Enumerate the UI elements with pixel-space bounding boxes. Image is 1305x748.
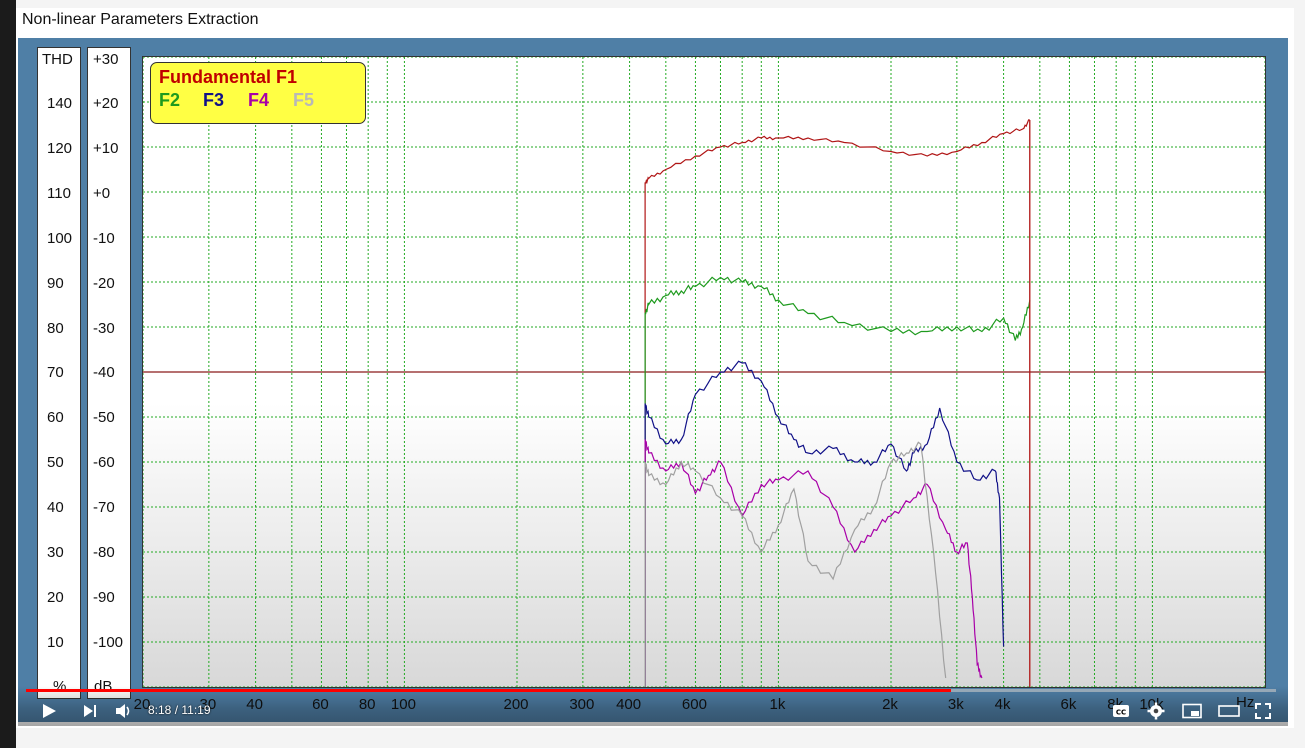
thd-scale-label: 10	[47, 633, 64, 651]
thd-scale-label: 100	[47, 229, 73, 247]
spectrum-chart	[143, 57, 1265, 687]
legend-f3: F3	[203, 90, 225, 110]
db-scale-label: -50	[93, 409, 115, 427]
progress-bar[interactable]	[26, 689, 1276, 692]
db-scale-label: -20	[93, 274, 115, 292]
db-scale-header: +30	[93, 51, 119, 68]
left-dark-strip	[0, 0, 16, 748]
thd-scale-label: 40	[47, 499, 64, 517]
thd-scale-label: 80	[47, 319, 64, 337]
spectrum-plot	[142, 56, 1266, 688]
fullscreen-icon[interactable]	[1254, 702, 1272, 720]
thd-scale-label: 110	[47, 184, 71, 202]
svg-text:CC: CC	[1116, 709, 1126, 717]
series-line-5	[644, 441, 947, 687]
settings-gear-icon[interactable]	[1147, 702, 1165, 720]
thd-scale: THD 140120110100908070605040302010 %	[37, 47, 81, 699]
thd-scale-label: 70	[47, 364, 64, 382]
db-scale: +30 +20 +10 +0 -10 -20 -30 -40 -50 -60 -70 -80 -90 -…	[87, 47, 131, 699]
legend-f1: Fundamental F1	[159, 67, 298, 87]
thd-scale-header: THD	[42, 51, 73, 68]
db-scale-label: -100	[93, 633, 124, 651]
db-scale-label: -30	[93, 319, 115, 337]
thd-scale-label: 140	[47, 95, 73, 112]
play-icon[interactable]	[40, 702, 58, 720]
legend-f2: F2	[159, 90, 181, 110]
db-scale-label: -80	[93, 544, 115, 561]
db-scale-label: -70	[93, 499, 115, 517]
db-scale-label: -90	[93, 588, 115, 606]
video-page: Non-linear Parameters Extraction THD 140…	[0, 0, 1305, 748]
legend-f4: F4	[248, 90, 270, 110]
legend: Fundamental F1 F2 F3 F4 F5	[150, 62, 366, 124]
series-line-3	[644, 360, 1005, 687]
db-scale-label: -60	[93, 454, 115, 472]
captions-icon[interactable]: CC	[1112, 703, 1130, 719]
db-scale-label: +20	[93, 95, 119, 112]
volume-icon[interactable]	[114, 702, 132, 720]
theater-mode-icon[interactable]	[1218, 703, 1240, 719]
db-scale-label: +0	[93, 184, 111, 202]
next-icon[interactable]	[82, 703, 98, 719]
thd-scale-label: 120	[47, 139, 73, 157]
thd-scale-label: 50	[47, 454, 64, 472]
thd-scale-label: 60	[47, 409, 64, 427]
thd-scale-label: 20	[47, 588, 64, 606]
window-title: Non-linear Parameters Extraction	[22, 11, 259, 28]
thd-scale-label: 30	[47, 544, 64, 561]
video-time: 8:18 / 11:19	[148, 703, 211, 717]
db-scale-label: +10	[93, 139, 119, 157]
miniplayer-icon[interactable]	[1182, 703, 1202, 719]
db-scale-label: -40	[93, 364, 115, 382]
progress-fill	[26, 689, 951, 692]
thd-scale-label: 90	[47, 274, 64, 292]
db-scale-label: -10	[93, 229, 115, 247]
legend-f5: F5	[293, 90, 315, 110]
